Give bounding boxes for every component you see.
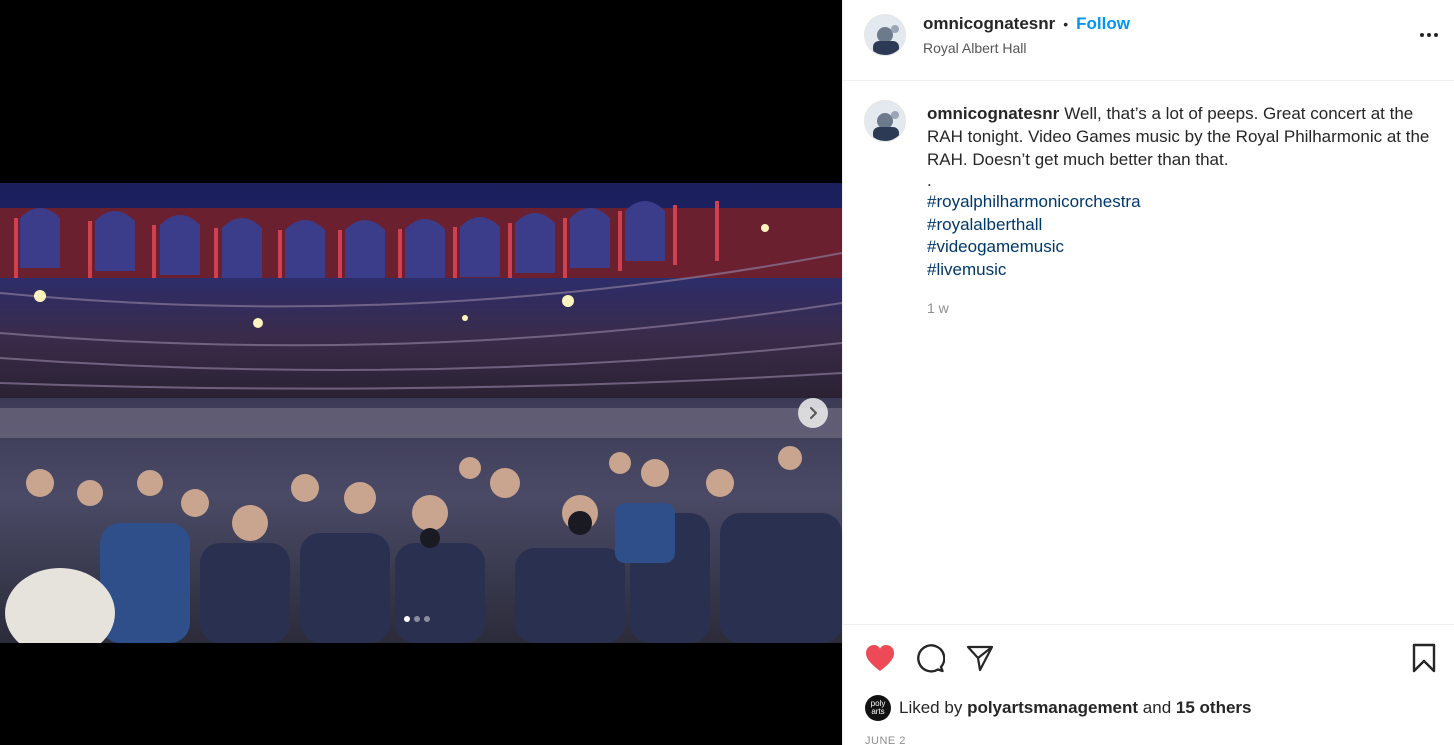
follow-button[interactable]: Follow (1076, 14, 1130, 34)
post-timestamp[interactable]: 1 w (927, 300, 949, 316)
liker-avatar[interactable]: poly arts (865, 695, 891, 721)
liker-username-link[interactable]: polyartsmanagement (967, 698, 1138, 718)
header-user-line: omnicognatesnr • Follow (923, 14, 1130, 34)
concert-hall-image (0, 183, 842, 643)
chevron-right-icon (810, 407, 817, 419)
more-options-button[interactable] (1416, 22, 1442, 48)
comment-button[interactable] (913, 641, 947, 675)
carousel-dot (404, 616, 410, 622)
caption-section: omnicognatesnr Well, that’s a lot of peep… (843, 82, 1454, 624)
post-details-panel: omnicognatesnr • Follow Royal Albert Hal… (842, 0, 1454, 745)
profile-photo-icon (865, 101, 905, 141)
share-button[interactable] (963, 641, 997, 675)
separator-dot: • (1063, 16, 1069, 32)
username-link[interactable]: omnicognatesnr (923, 14, 1055, 34)
likes-others-link[interactable]: 15 others (1176, 698, 1252, 718)
caption-username-link[interactable]: omnicognatesnr (927, 104, 1059, 123)
location-link[interactable]: Royal Albert Hall (923, 40, 1027, 56)
carousel-next-button[interactable] (798, 398, 828, 428)
caption-avatar[interactable] (864, 100, 906, 142)
hashtag-link[interactable]: #livemusic (927, 259, 1437, 282)
save-button[interactable] (1407, 641, 1441, 675)
bookmark-icon (1412, 643, 1436, 673)
hashtag-link[interactable]: #royalalberthall (927, 214, 1437, 237)
post-photo[interactable] (0, 183, 842, 643)
caption-text: omnicognatesnr Well, that’s a lot of peep… (927, 102, 1437, 281)
hashtag-link[interactable]: #royalphilharmonicorchestra (927, 191, 1437, 214)
heart-filled-icon (866, 645, 894, 671)
carousel-indicator (404, 616, 430, 622)
post-date: JUNE 2 (865, 735, 906, 745)
liked-by-prefix: Liked by (899, 698, 963, 717)
comment-icon (917, 644, 945, 673)
caption-dot: . (927, 171, 932, 190)
send-icon (966, 645, 994, 672)
post-header: omnicognatesnr • Follow Royal Albert Hal… (843, 0, 1454, 81)
liked-by-and: and (1142, 698, 1172, 717)
avatar[interactable] (864, 14, 906, 56)
like-button[interactable] (863, 641, 897, 675)
post-dialog: omnicognatesnr • Follow Royal Albert Hal… (0, 0, 1454, 745)
hashtag-link[interactable]: #videogamemusic (927, 236, 1437, 259)
more-horizontal-icon (1420, 33, 1438, 37)
media-pane (0, 0, 842, 745)
carousel-dot (424, 616, 430, 622)
profile-photo-icon (865, 15, 905, 55)
action-bar: poly arts Liked by polyartsmanagement an… (843, 624, 1454, 745)
carousel-dot (414, 616, 420, 622)
liked-by-summary: poly arts Liked by polyartsmanagement an… (865, 695, 1252, 721)
